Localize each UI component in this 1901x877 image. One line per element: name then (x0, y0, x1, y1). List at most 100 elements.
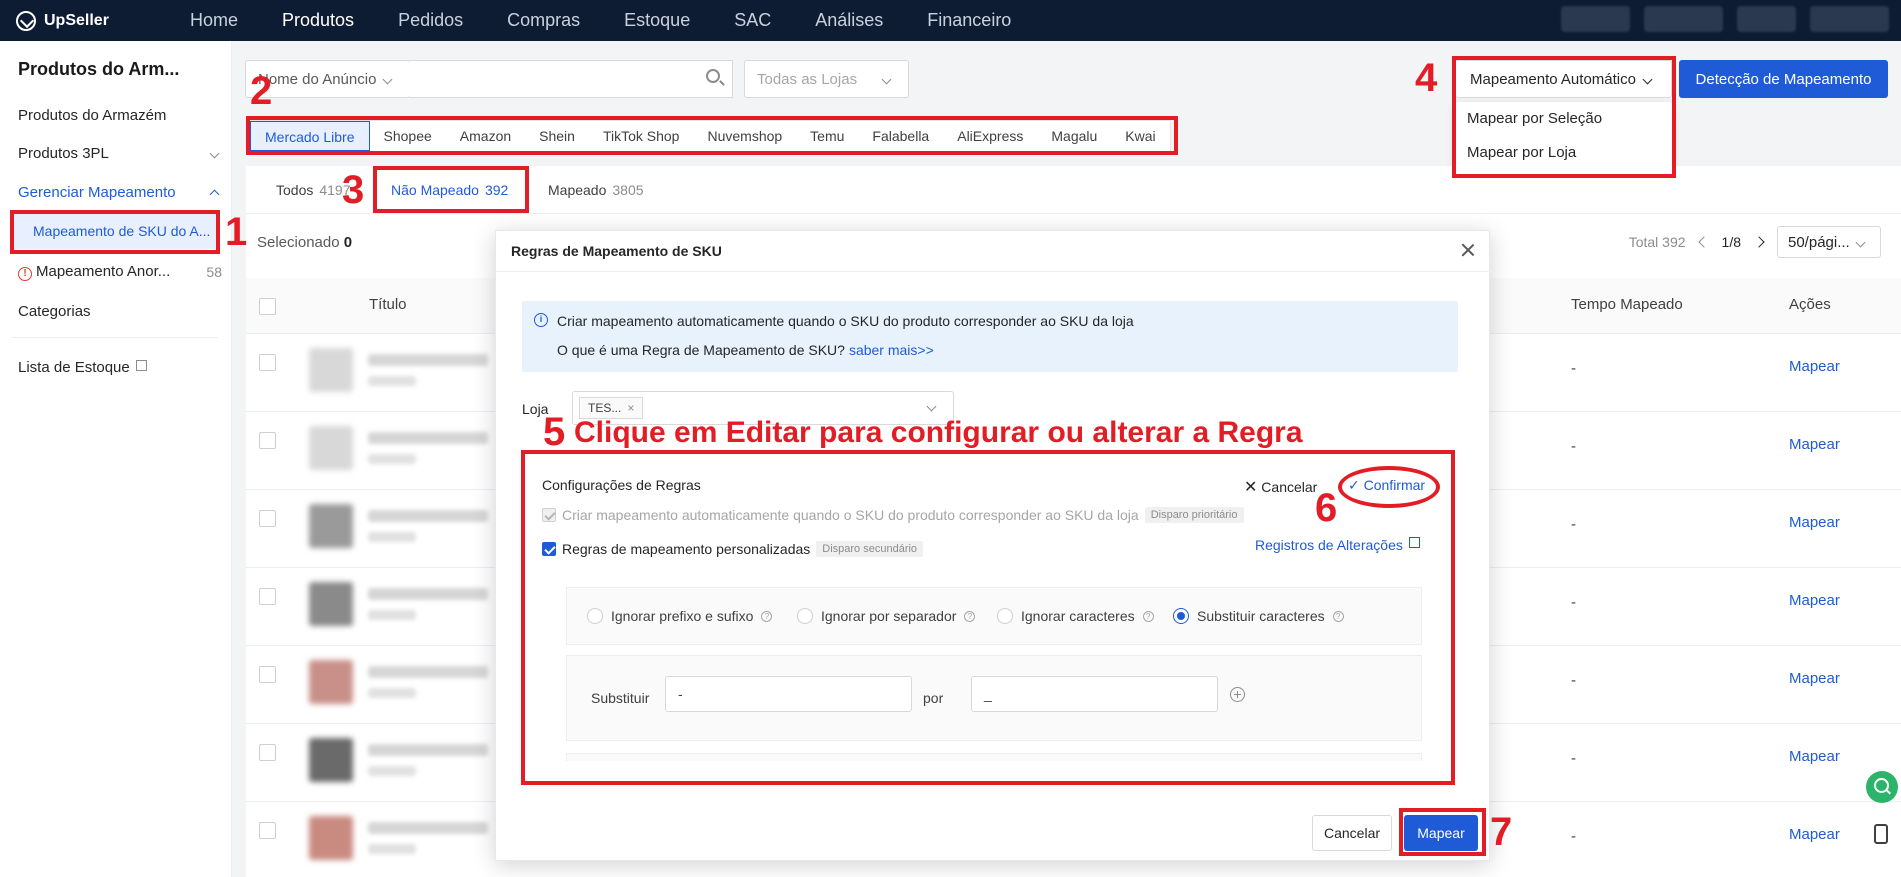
tab-mercado-libre[interactable]: Mercado Libre (250, 121, 370, 151)
sidebar-item-gerenciar[interactable]: Gerenciar Mapeamento (18, 184, 224, 201)
option-ignore-chars[interactable]: Ignorar caracteres? (997, 608, 1154, 624)
tab-aliexpress[interactable]: AliExpress (943, 121, 1037, 151)
blurred-user[interactable] (1810, 6, 1889, 32)
radio-selected-icon (1173, 608, 1189, 624)
select-all-checkbox[interactable] (259, 298, 276, 315)
nav-home[interactable]: Home (168, 0, 260, 41)
rule-custom-checkbox[interactable] (542, 542, 556, 556)
anormal-count: 58 (206, 264, 222, 280)
nav-sac[interactable]: SAC (712, 0, 793, 41)
mapped-time-value: - (1571, 360, 1576, 377)
option-ignore-separator[interactable]: Ignorar por separador? (797, 608, 976, 624)
tab-magalu[interactable]: Magalu (1037, 121, 1111, 151)
sidebar-item-lista-estoque[interactable]: Lista de Estoque (18, 359, 224, 376)
menu-item-map-by-selection[interactable]: Mapear por Seleção (1455, 102, 1672, 136)
cancel-edit-button[interactable]: ✕ Cancelar (1244, 477, 1317, 497)
sidebar-item-label: Lista de Estoque (18, 359, 130, 376)
help-icon[interactable]: ? (1142, 610, 1154, 622)
nav-estoque[interactable]: Estoque (602, 0, 712, 41)
support-search-icon[interactable] (1866, 771, 1898, 803)
tab-shopee[interactable]: Shopee (370, 121, 446, 151)
replace-to-input[interactable]: _ (971, 676, 1218, 712)
change-log-link[interactable]: Registros de Alterações (1255, 537, 1420, 553)
blurred-title (368, 510, 488, 522)
replace-from-input[interactable]: - (665, 676, 912, 712)
close-icon[interactable] (1461, 243, 1475, 257)
search-icon[interactable] (706, 69, 720, 83)
row-checkbox[interactable] (259, 666, 276, 683)
upseller-logo[interactable]: UpSeller (16, 10, 146, 31)
tab-nao-mapeado[interactable]: Não Mapeado 392 (391, 166, 508, 214)
status-tabs: Todos 4197 Não Mapeado 392 Mapeado 3805 (246, 166, 1901, 214)
prev-page-icon[interactable] (1697, 236, 1710, 248)
tab-temu[interactable]: Temu (796, 121, 858, 151)
rules-title: Configurações de Regras (542, 477, 701, 493)
nav-financeiro[interactable]: Financeiro (905, 0, 1033, 41)
blurred-sku (368, 844, 416, 854)
radio-icon (997, 608, 1013, 624)
rule-default-label: Criar mapeamento automaticamente quando … (562, 507, 1139, 523)
pager-current: 1/8 (1721, 234, 1741, 250)
map-button[interactable]: Mapear (1404, 815, 1478, 851)
auto-mapping-dropdown[interactable]: Mapeamento Automático (1455, 60, 1672, 98)
annotation-number-3: 3 (342, 168, 365, 212)
mapping-detection-button[interactable]: Detecção de Mapeamento (1679, 60, 1888, 98)
store-select[interactable]: Todas as Lojas (744, 60, 909, 98)
user-area-blurred (1561, 6, 1901, 34)
mobile-icon[interactable] (1874, 824, 1888, 844)
cancel-button[interactable]: Cancelar (1312, 815, 1392, 851)
tab-todos[interactable]: Todos 4197 (276, 166, 351, 214)
help-icon[interactable]: ? (761, 610, 773, 622)
row-checkbox[interactable] (259, 354, 276, 371)
blurred-title (368, 432, 488, 444)
sidebar-item-sku-mapping[interactable]: Mapeamento de SKU do A... (12, 213, 218, 249)
tab-label: Não Mapeado (391, 182, 479, 198)
map-link[interactable]: Mapear (1789, 670, 1840, 687)
tab-falabella[interactable]: Falabella (858, 121, 943, 151)
nav-compras[interactable]: Compras (485, 0, 602, 41)
blurred-sku (368, 532, 416, 542)
option-label: Ignorar prefixo e sufixo (611, 608, 754, 624)
tab-nuvemshop[interactable]: Nuvemshop (693, 121, 796, 151)
nav-pedidos[interactable]: Pedidos (376, 0, 485, 41)
map-link[interactable]: Mapear (1789, 592, 1840, 609)
nav-analises[interactable]: Análises (793, 0, 905, 41)
help-icon[interactable]: ? (964, 610, 976, 622)
tab-mapeado[interactable]: Mapeado 3805 (548, 166, 644, 214)
map-link[interactable]: Mapear (1789, 748, 1840, 765)
page-size-select[interactable]: 50/pági... (1777, 226, 1881, 258)
menu-item-map-by-store[interactable]: Mapear por Loja (1455, 136, 1672, 170)
map-link[interactable]: Mapear (1789, 826, 1840, 843)
option-label: Ignorar por separador (821, 608, 957, 624)
radio-icon (797, 608, 813, 624)
row-checkbox[interactable] (259, 510, 276, 527)
row-checkbox[interactable] (259, 432, 276, 449)
annotation-number-1: 1 (225, 210, 248, 254)
row-checkbox[interactable] (259, 744, 276, 761)
next-page-icon[interactable] (1753, 236, 1765, 248)
option-ignore-prefix-suffix[interactable]: Ignorar prefixo e sufixo? (587, 608, 773, 624)
map-link[interactable]: Mapear (1789, 514, 1840, 531)
map-link[interactable]: Mapear (1789, 358, 1840, 375)
cancel-edit-label: Cancelar (1261, 479, 1318, 495)
nav-produtos[interactable]: Produtos (260, 0, 376, 41)
sidebar-item-armazem[interactable]: Produtos do Armazém (18, 107, 224, 124)
tab-shein[interactable]: Shein (525, 121, 589, 151)
sidebar-item-categorias[interactable]: Categorias (18, 303, 224, 320)
help-icon[interactable]: ? (1332, 610, 1344, 622)
tab-tiktok-shop[interactable]: TikTok Shop (589, 121, 694, 151)
option-replace-chars[interactable]: Substituir caracteres? (1173, 608, 1344, 624)
add-circle-icon[interactable] (1230, 687, 1245, 702)
sidebar-item-3pl[interactable]: Produtos 3PL (18, 145, 224, 162)
learn-more-link[interactable]: saber mais>> (849, 342, 934, 358)
main-nav: Home Produtos Pedidos Compras Estoque SA… (168, 0, 1033, 41)
tag-close-icon[interactable]: × (627, 398, 634, 418)
search-input[interactable] (409, 60, 733, 98)
sidebar-item-anormal[interactable]: ! Mapeamento Anor... 58 (18, 263, 224, 281)
map-link[interactable]: Mapear (1789, 436, 1840, 453)
tab-kwai[interactable]: Kwai (1111, 121, 1169, 151)
tab-amazon[interactable]: Amazon (446, 121, 525, 151)
row-checkbox[interactable] (259, 822, 276, 839)
row-checkbox[interactable] (259, 588, 276, 605)
external-link-icon (1408, 537, 1420, 548)
